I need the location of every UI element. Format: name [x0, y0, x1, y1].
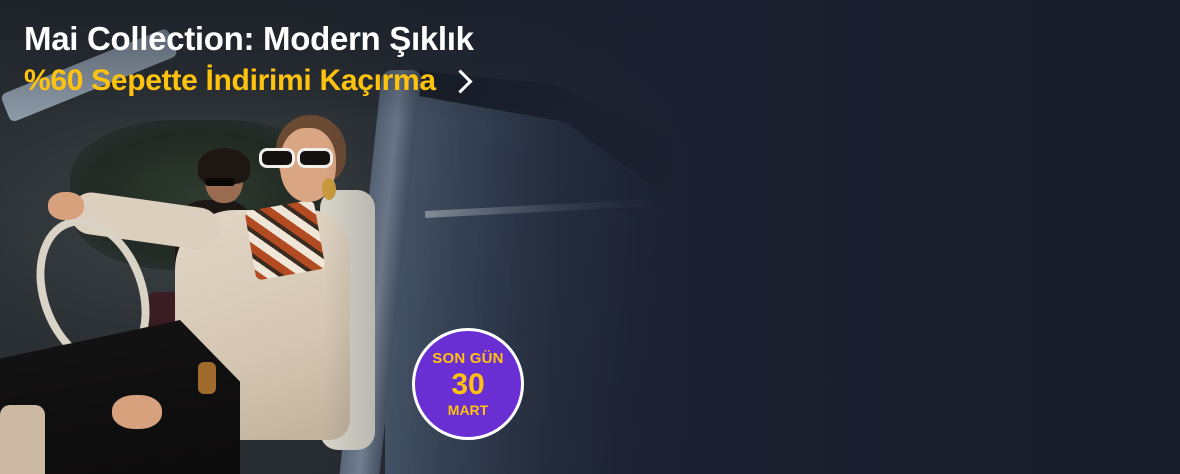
badge-line-1: SON GÜN: [432, 350, 504, 367]
campaign-banner[interactable]: Mai Collection: Modern Şıklık %60 Sepett…: [0, 0, 1180, 474]
badge-day: 30: [451, 368, 485, 401]
chevron-right-icon: [448, 68, 473, 94]
banner-title: Mai Collection: Modern Şıklık: [24, 20, 474, 57]
banner-subtitle: %60 Sepette İndirimi Kaçırma: [24, 64, 436, 97]
banner-cta-link[interactable]: %60 Sepette İndirimi Kaçırma: [24, 64, 473, 98]
badge-month: MART: [447, 402, 489, 418]
last-day-badge: SON GÜN 30 MART: [412, 328, 524, 440]
